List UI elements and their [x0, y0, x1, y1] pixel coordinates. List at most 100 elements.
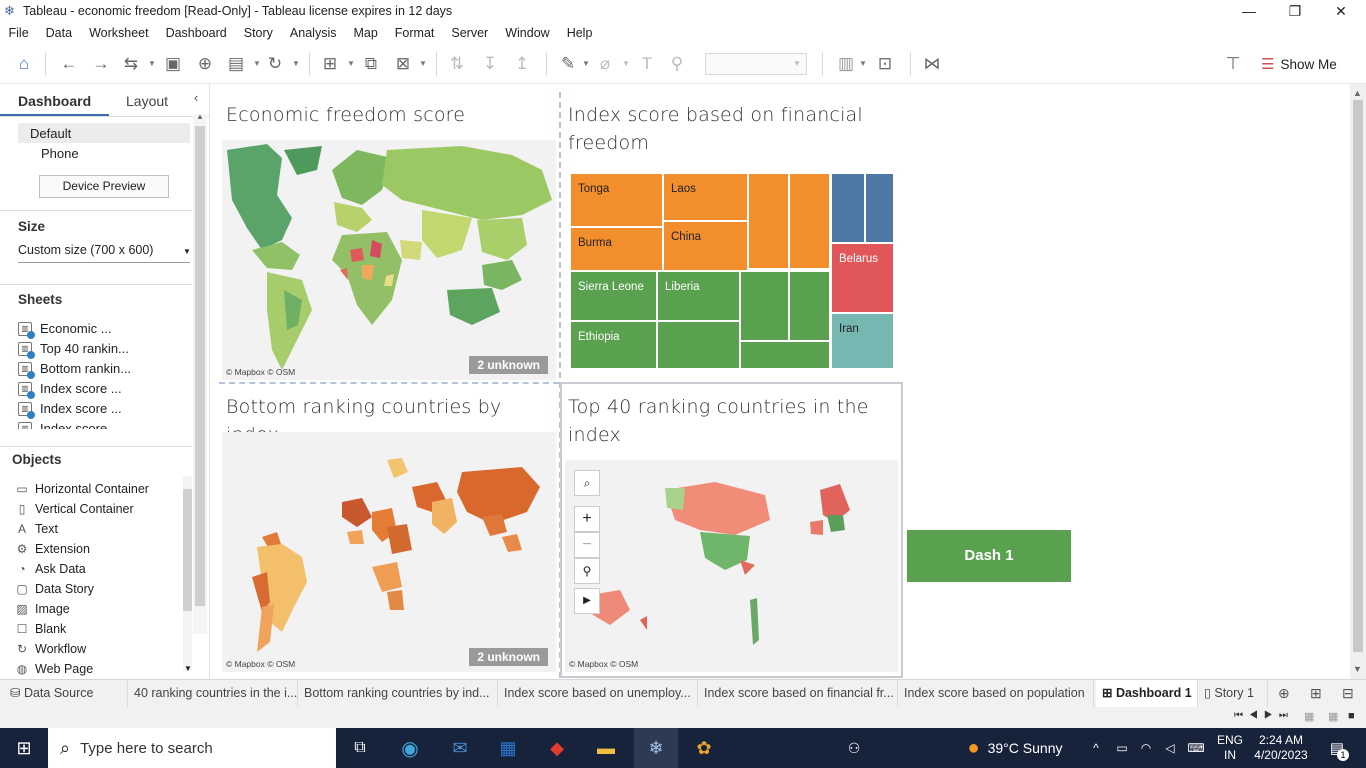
top-40-map[interactable]: ⌕ + − ⚲ ▶ © Mapbox © OSM — [565, 460, 898, 672]
filmstrip-view-icon[interactable]: ▦ — [1304, 710, 1314, 723]
tab-data-source[interactable]: ⛁ Data Source — [4, 680, 128, 707]
object-web-page[interactable]: ◍ Web Page — [15, 662, 93, 676]
volume-icon[interactable]: ◁ — [1160, 728, 1180, 768]
new-worksheet-icon[interactable]: ⊞ — [319, 53, 341, 75]
tab-dashboard-1[interactable]: ⊞ Dashboard 1 — [1096, 680, 1198, 707]
object-blank[interactable]: ☐ Blank — [15, 622, 67, 636]
financial-freedom-treemap[interactable]: Tonga Laos Burma China Sierra Leone Libe… — [570, 173, 894, 369]
format-painter-icon[interactable]: ⊤ — [1222, 53, 1244, 75]
treemap-cell[interactable] — [740, 341, 830, 369]
network-icon[interactable]: ▭ — [1112, 728, 1132, 768]
minimize-button[interactable]: — — [1226, 0, 1272, 22]
treemap-cell-china[interactable]: China — [663, 221, 748, 271]
device-phone[interactable]: Phone — [41, 146, 79, 161]
tab-navigation-icons[interactable]: ⏮◀▶⏭ — [1234, 710, 1294, 721]
tab-story-1[interactable]: ▯ Story 1 — [1198, 680, 1268, 707]
menu-help[interactable]: Help — [558, 26, 601, 40]
sheet-item[interactable]: ▥ Index score ... — [18, 421, 122, 429]
wifi-icon[interactable]: ◠ — [1136, 728, 1156, 768]
notifications-icon[interactable]: ▤ 1 — [1320, 728, 1354, 768]
people-icon[interactable]: ⚇ — [842, 728, 866, 768]
acrobat-icon[interactable]: ◆ — [537, 728, 577, 768]
device-preview-button[interactable]: Device Preview — [39, 175, 169, 198]
store-icon[interactable]: ▦ — [488, 728, 528, 768]
object-vertical-container[interactable]: ▯ Vertical Container — [15, 502, 134, 516]
replace-data-icon[interactable]: ⇆ — [120, 53, 142, 75]
sheet-item[interactable]: ▥ Index score ... — [18, 381, 122, 399]
unknown-badge[interactable]: 2 unknown — [469, 356, 548, 374]
tab-index-population[interactable]: Index score based on population — [898, 680, 1094, 707]
language-indicator[interactable]: ENG IN — [1212, 728, 1248, 768]
sheet-item[interactable]: ▥ Top 40 rankin... — [18, 341, 129, 359]
treemap-cell[interactable] — [740, 271, 789, 341]
bottom-ranking-map[interactable]: © Mapbox © OSM 2 unknown — [222, 432, 556, 672]
new-worksheet-tab-icon[interactable]: ⊕ — [1278, 685, 1290, 702]
edge-browser-icon[interactable]: ◉ — [390, 728, 430, 768]
tab-top-40[interactable]: 40 ranking countries in the i... — [128, 680, 298, 707]
tab-bottom-ranking[interactable]: Bottom ranking countries by ind... — [298, 680, 498, 707]
treemap-cell-liberia[interactable]: Liberia — [657, 271, 740, 321]
pin-icon[interactable]: ⚲ — [666, 53, 688, 75]
tab-index-financial[interactable]: Index score based on financial fr... — [698, 680, 898, 707]
windows-start-icon[interactable]: ⊞ — [0, 728, 48, 768]
menu-server[interactable]: Server — [443, 26, 497, 40]
object-text[interactable]: A Text — [15, 522, 58, 536]
tabs-view-icon[interactable]: ■ — [1348, 710, 1355, 722]
map-search-icon[interactable]: ⌕ — [574, 470, 600, 496]
treemap-cell[interactable] — [748, 173, 789, 269]
home-icon[interactable]: ⌂ — [13, 53, 35, 75]
object-data-story[interactable]: ▢ Data Story — [15, 582, 94, 596]
device-default[interactable]: Default — [18, 123, 190, 143]
sheet-item[interactable]: ▥ Bottom rankin... — [18, 361, 131, 379]
menu-format[interactable]: Format — [386, 26, 443, 40]
grid-view-icon[interactable]: ▦ — [1328, 710, 1338, 723]
weather-widget[interactable]: ● 39°C Sunny — [956, 728, 1074, 768]
object-ask-data[interactable]: ◔ Ask Data — [15, 562, 85, 576]
undo-icon[interactable]: ← — [58, 53, 80, 75]
task-view-icon[interactable]: ⧉ — [340, 728, 380, 768]
show-cards-icon[interactable]: ▥ — [835, 53, 857, 75]
treemap-cell[interactable] — [789, 271, 830, 341]
sort-descending-icon[interactable]: ↥ — [511, 53, 533, 75]
map-toolbar-expand-icon[interactable]: ▶ — [574, 588, 600, 614]
new-dashboard-tab-icon[interactable]: ⊞ — [1310, 685, 1322, 702]
zoom-in-icon[interactable]: + — [574, 506, 600, 532]
sheet-item[interactable]: ▥ Index score ... — [18, 401, 122, 419]
tab-index-unemployment[interactable]: Index score based on unemploy... — [498, 680, 698, 707]
treemap-cell[interactable] — [831, 173, 865, 243]
treemap-cell-sierra-leone[interactable]: Sierra Leone — [570, 271, 657, 321]
treemap-cell-ethiopia[interactable]: Ethiopia — [570, 321, 657, 369]
pin-map-icon[interactable]: ⚲ — [574, 558, 600, 584]
duplicate-icon[interactable]: ⧉ — [360, 53, 382, 75]
refresh-icon[interactable]: ↻ — [264, 53, 286, 75]
size-chevron-icon[interactable]: ▼ — [183, 247, 191, 256]
taskbar-search-box[interactable]: ⌕ Type here to search — [48, 728, 336, 768]
restore-button[interactable]: ❐ — [1272, 0, 1318, 22]
zoom-out-icon[interactable]: − — [574, 532, 600, 558]
menu-dashboard[interactable]: Dashboard — [157, 26, 235, 40]
redo-icon[interactable]: → — [90, 53, 112, 75]
canvas-scrollbar[interactable]: ▲ ▼ — [1350, 84, 1366, 679]
clock[interactable]: 2:24 AM 4/20/2023 — [1252, 728, 1310, 768]
save-icon[interactable]: ▣ — [162, 53, 184, 75]
new-story-tab-icon[interactable]: ⊟ — [1342, 685, 1354, 702]
treemap-cell-iran[interactable]: Iran — [831, 313, 894, 369]
treemap-cell-laos[interactable]: Laos — [663, 173, 748, 221]
tab-dashboard[interactable]: Dashboard — [18, 88, 91, 114]
treemap-cell[interactable] — [657, 321, 740, 369]
mail-icon[interactable]: ✉ — [440, 728, 480, 768]
collapse-pane-icon[interactable]: ‹ — [194, 90, 198, 105]
economic-freedom-map[interactable]: © Mapbox © OSM 2 unknown — [222, 140, 556, 380]
treemap-cell-tonga[interactable]: Tonga — [570, 173, 663, 227]
menu-map[interactable]: Map — [345, 26, 386, 40]
sort-ascending-icon[interactable]: ↧ — [479, 53, 501, 75]
highlight-icon[interactable]: ✎ — [557, 53, 579, 75]
treemap-cell[interactable] — [789, 173, 830, 269]
paint-icon[interactable]: ✿ — [684, 728, 724, 768]
menu-story[interactable]: Story — [235, 26, 281, 40]
tableau-taskbar-icon[interactable]: ❄ — [634, 728, 678, 768]
menu-window[interactable]: Window — [497, 26, 558, 40]
treemap-cell[interactable] — [865, 173, 894, 243]
dash-1-button[interactable]: Dash 1 — [907, 530, 1071, 582]
object-extension[interactable]: ⚙ Extension — [15, 542, 90, 556]
